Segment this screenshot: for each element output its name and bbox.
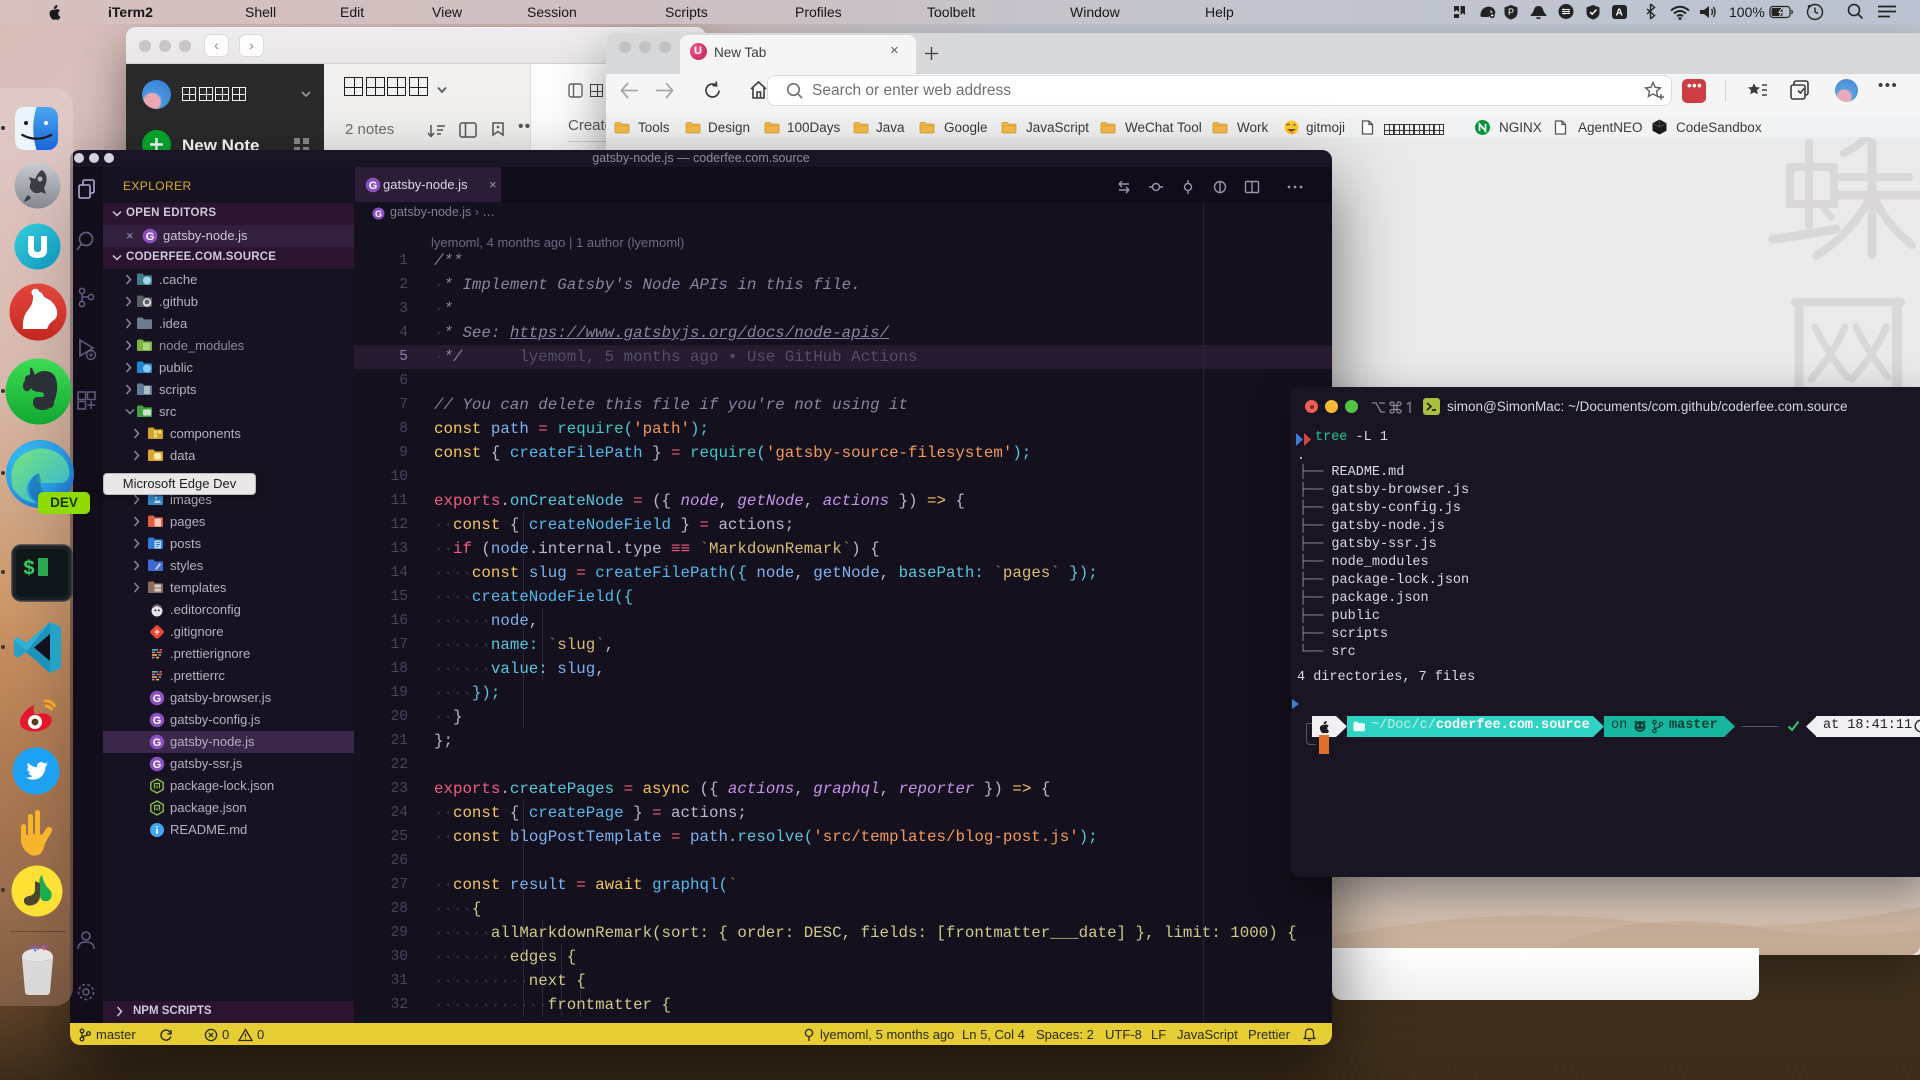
svg-text:G: G [153,715,162,727]
svg-text:$: $ [23,558,35,581]
svg-text:G: G [369,180,378,192]
svg-text:A: A [1616,8,1623,19]
svg-text:G: G [375,209,382,219]
svg-text:G: G [153,737,162,749]
svg-text:G: G [153,693,162,705]
svg-text:G: G [146,231,155,243]
svg-text:P: P [1508,7,1514,17]
svg-text:G: G [153,759,162,771]
